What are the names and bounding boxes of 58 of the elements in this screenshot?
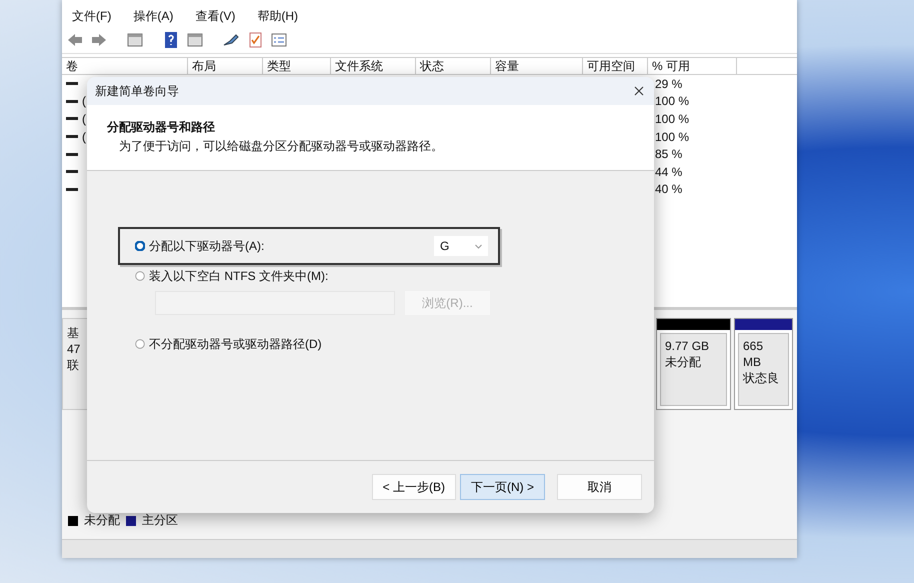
help-icon[interactable] (162, 31, 180, 49)
panel-icon[interactable] (126, 31, 144, 49)
legend-label: 主分区 (142, 512, 178, 529)
forward-arrow-icon[interactable] (90, 31, 108, 49)
legend-label: 未分配 (84, 512, 120, 529)
volume-icon (66, 100, 78, 103)
volume-icon (66, 152, 78, 156)
table-cell-text: 40 % (654, 182, 682, 196)
volume-name: ( (82, 130, 86, 144)
list-icon[interactable] (270, 31, 288, 49)
back-arrow-icon[interactable] (66, 31, 84, 49)
menu-item[interactable]: 操作(A) (133, 8, 174, 25)
option-label[interactable]: 不分配驱动器号或驱动器路径(D) (149, 336, 322, 352)
table-cell-text: 100 % (654, 112, 690, 126)
option-label[interactable]: 装入以下空白 NTFS 文件夹中(M): (149, 268, 328, 284)
table-cell-text: 100 % (654, 94, 690, 108)
close-icon[interactable] (634, 86, 644, 96)
wizard-button[interactable]: < 上一步(B) (372, 474, 456, 500)
volume-icon (66, 82, 78, 86)
page-description: 为了便于访问，可以给磁盘分区分配驱动器号或驱动器路径。 (118, 138, 444, 155)
radio-button[interactable] (135, 339, 145, 349)
wizard-button[interactable]: 取消 (557, 474, 642, 500)
partition-block[interactable]: 9.77 GB 未分配 (656, 318, 731, 410)
page-heading: 分配驱动器号和路径 (107, 119, 216, 136)
column-header[interactable]: 布局 (188, 58, 263, 74)
column-header[interactable]: 容量 (491, 58, 583, 74)
column-header[interactable]: 文件系统 (331, 58, 416, 74)
menu-item[interactable]: 查看(V) (195, 8, 236, 25)
volume-icon (66, 170, 78, 174)
menu-item[interactable]: 文件(F) (72, 8, 112, 25)
menu-item[interactable]: 帮助(H) (257, 8, 298, 25)
panel-icon[interactable] (186, 31, 204, 49)
radio-button[interactable] (135, 241, 145, 251)
partition-size: 665 MB (743, 338, 764, 370)
column-header[interactable]: 类型 (263, 58, 331, 74)
column-header[interactable]: % 可用 (648, 58, 737, 74)
partition-status: 状态良 (743, 370, 780, 386)
volume-icon (66, 135, 78, 138)
dialog-title: 新建简单卷向导 (95, 82, 179, 100)
column-header[interactable]: 状态 (416, 58, 491, 74)
volume-name: ( (82, 94, 86, 108)
caret-icon[interactable] (475, 244, 482, 248)
partition-status: 未分配 (665, 354, 702, 370)
drive-letter-dropdown[interactable]: G (434, 236, 488, 256)
table-cell-text: 44 % (654, 164, 682, 179)
volume-name: ( (82, 112, 86, 126)
volume-icon (66, 188, 78, 191)
table-cell-text: 29 % (654, 76, 682, 91)
radio-button[interactable] (135, 271, 145, 281)
partition-block[interactable]: 665 MB 状态良 (734, 318, 793, 410)
wizard-button[interactable]: 下一页(N) > (460, 474, 545, 500)
volume-icon (66, 117, 78, 120)
table-cell-text: 85 % (654, 147, 682, 162)
option-label[interactable]: 分配以下驱动器号(A): (149, 238, 264, 254)
table-cell-text: 100 % (654, 130, 690, 144)
column-header[interactable]: 卷 (62, 58, 188, 74)
partition-size: 9.77 GB (665, 338, 710, 354)
column-header[interactable]: 可用空间 (583, 58, 648, 74)
